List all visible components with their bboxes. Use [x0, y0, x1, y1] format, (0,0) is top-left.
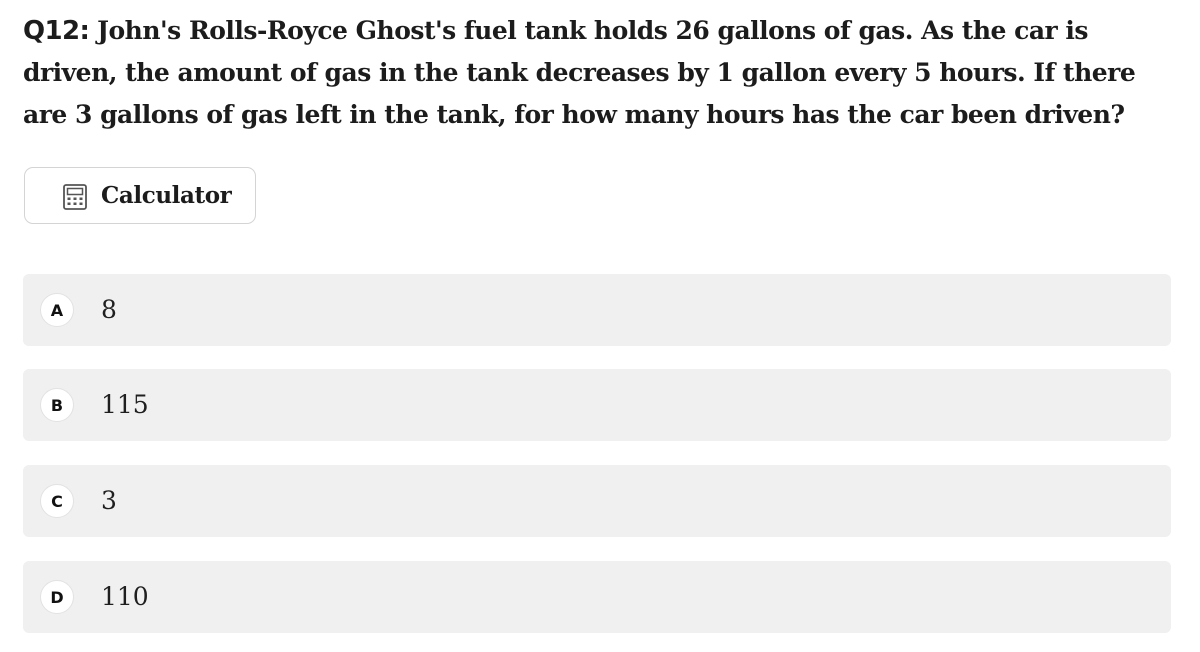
- choice-letter-badge: C: [40, 484, 74, 518]
- calculator-icon: [63, 184, 87, 210]
- question-body: John's Rolls-Royce Ghost's fuel tank hol…: [23, 16, 1136, 129]
- calculator-label: Calculator: [101, 182, 232, 209]
- choice-letter-badge: D: [40, 580, 74, 614]
- choice-value: 3: [101, 486, 117, 515]
- question-text: Q12: John's Rolls-Royce Ghost's fuel tan…: [23, 10, 1183, 136]
- answer-choice-c[interactable]: C 3: [23, 465, 1171, 537]
- calculator-button[interactable]: Calculator: [24, 167, 256, 224]
- choice-letter-badge: B: [40, 388, 74, 422]
- answer-choice-b[interactable]: B 115: [23, 369, 1171, 441]
- choice-letter-badge: A: [40, 293, 74, 327]
- answer-choice-a[interactable]: A 8: [23, 274, 1171, 346]
- choice-value: 115: [101, 390, 149, 419]
- answer-choice-d[interactable]: D 110: [23, 561, 1171, 633]
- choice-value: 110: [101, 582, 149, 611]
- choice-value: 8: [101, 295, 117, 324]
- question-number: Q12:: [23, 16, 90, 46]
